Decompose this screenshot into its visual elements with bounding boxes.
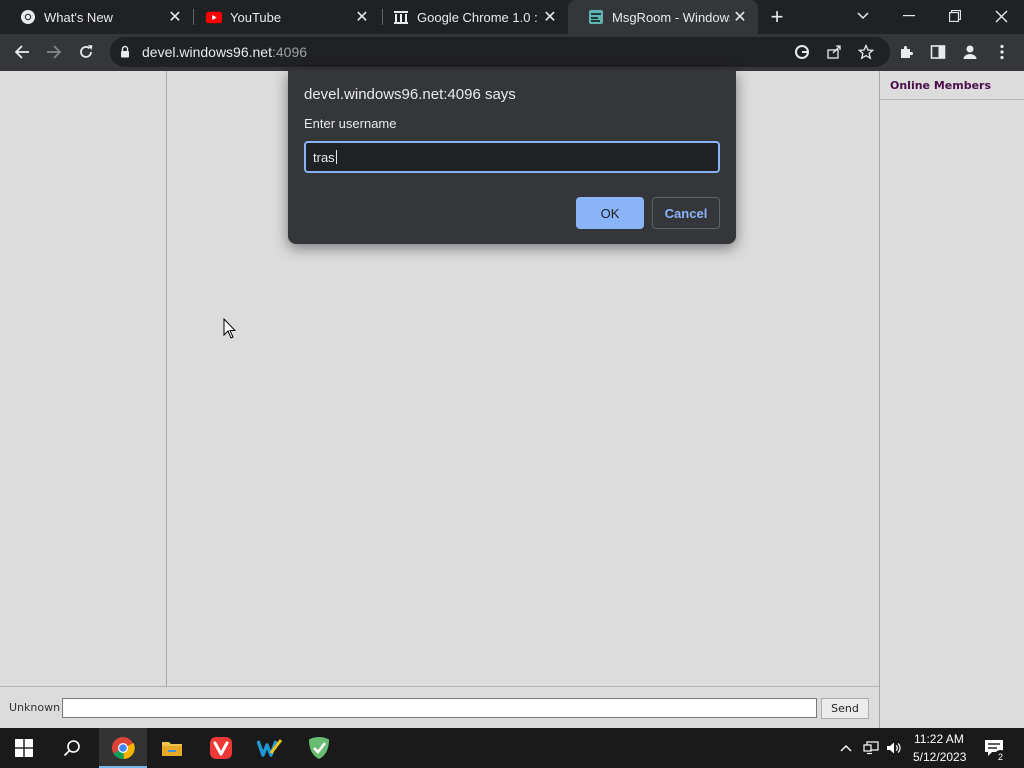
tab-title: Google Chrome 1.0 : G [417,9,540,25]
composer-bar: Unknown Send [0,686,879,728]
windows-taskbar: 11:22 AM 5/12/2023 [0,728,1024,768]
url-text: devel.windows96.net:4096 [142,44,307,60]
side-panel-icon[interactable] [924,38,952,66]
chrome-icon [20,9,36,25]
network-icon[interactable] [861,738,881,758]
close-tab-icon[interactable]: ✕ [540,7,560,27]
close-icon[interactable] [978,0,1024,32]
extensions-icon[interactable] [892,38,920,66]
search-icon[interactable] [48,728,96,768]
google-lens-icon[interactable] [792,42,812,62]
members-pane: Online Members [879,71,1024,728]
volume-icon[interactable] [884,738,904,758]
file-explorer-icon[interactable] [148,728,196,768]
ok-button[interactable]: OK [576,197,644,229]
close-tab-icon[interactable]: ✕ [730,7,750,27]
close-tab-icon[interactable]: ✕ [352,7,372,27]
tab-msgroom[interactable]: MsgRoom - Windows 9 ✕ [568,0,758,34]
bookmark-star-icon[interactable] [856,42,876,62]
username-value: tras [313,149,335,165]
text-caret [335,150,337,164]
url-port: :4096 [271,44,308,60]
address-bar[interactable]: devel.windows96.net:4096 [110,37,890,67]
send-button[interactable]: Send [821,698,869,719]
room-list-pane [0,71,167,686]
tab-title: What's New [44,9,113,25]
dialog-origin: devel.windows96.net:4096 says [304,86,516,103]
members-divider [880,99,1024,100]
new-tab-icon[interactable]: + [765,4,789,29]
youtube-icon [206,9,222,25]
close-tab-icon[interactable]: ✕ [165,7,185,27]
prompt-dialog: devel.windows96.net:4096 says Enter user… [288,70,736,244]
back-icon[interactable] [8,38,36,66]
tab-google-chrome-archive[interactable]: Google Chrome 1.0 : G ✕ [373,0,568,34]
notification-count-badge: 2 [994,750,1007,763]
chrome-taskbar-icon[interactable] [99,728,147,768]
tab-title: YouTube [230,9,282,25]
adguard-icon[interactable] [295,728,343,768]
clock-time[interactable]: 11:22 AM [914,732,964,746]
msgroom-icon [588,9,604,25]
tab-search-icon[interactable] [840,0,886,32]
tab-title: MsgRoom - Windows 9 [612,9,730,25]
dialog-message: Enter username [304,116,397,131]
url-host: devel.windows96.net [142,44,272,60]
username-input[interactable]: tras [304,141,720,173]
mouse-cursor-icon [223,317,237,344]
message-input[interactable] [62,698,817,718]
tab-whats-new[interactable]: What's New ✕ [0,0,193,34]
show-hidden-icons-icon[interactable] [836,738,856,758]
chrome-menu-icon[interactable] [988,38,1016,66]
forward-icon[interactable] [40,38,68,66]
restore-icon[interactable] [932,0,978,32]
nickname-label[interactable]: Unknown [9,701,60,714]
archive-icon [393,9,409,25]
writer-icon[interactable] [246,728,294,768]
vivaldi-icon[interactable] [197,728,245,768]
reload-icon[interactable] [72,38,100,66]
browser-toolbar: devel.windows96.net:4096 [0,34,1024,71]
clock-date[interactable]: 5/12/2023 [913,750,966,764]
cancel-button[interactable]: Cancel [652,197,720,229]
members-title: Online Members [890,79,992,92]
profile-icon[interactable] [956,38,984,66]
tab-youtube[interactable]: YouTube ✕ [186,0,380,34]
minimize-icon[interactable] [886,0,932,32]
share-icon[interactable] [824,42,844,62]
tab-strip: What's New ✕ YouTube ✕ Google Chrome 1.0… [0,0,1024,34]
start-icon[interactable] [0,728,48,768]
lock-icon[interactable] [120,45,130,63]
